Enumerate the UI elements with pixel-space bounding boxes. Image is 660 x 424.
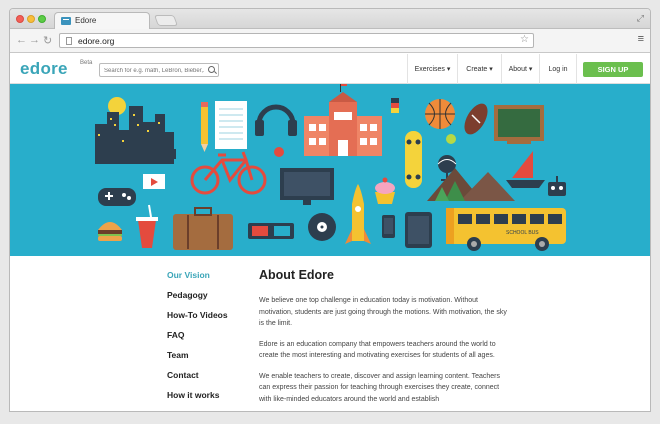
football-icon (464, 103, 488, 135)
tab-edore[interactable]: Edore (54, 12, 150, 29)
soda-cup-icon (136, 204, 158, 248)
sidebar-item-contact[interactable]: Contact (167, 370, 228, 390)
about-article: About Edore We believe one top challenge… (259, 268, 511, 411)
nav-login[interactable]: Log in (539, 54, 577, 84)
favicon-icon (61, 17, 71, 25)
smartphone-icon (382, 215, 395, 238)
tab-strip: Edore ⤢ (10, 9, 650, 29)
cupcake-icon (375, 177, 395, 204)
main-content: Our Vision Pedagogy How-To Videos FAQ Te… (10, 256, 650, 411)
signup-button[interactable]: SIGN UP (583, 62, 643, 77)
back-icon[interactable]: ← (16, 34, 27, 46)
city-skyline-icon (95, 97, 174, 164)
robot-icon (548, 176, 566, 196)
tennis-ball-icon (446, 134, 456, 144)
chalkboard-icon (494, 105, 544, 144)
site-header: edore Beta Exercises ▾ Create ▾ About ▾ … (10, 54, 650, 84)
minimize-window-button[interactable] (27, 15, 35, 23)
mountains-icon (427, 168, 515, 201)
nav-exercises[interactable]: Exercises ▾ (407, 54, 457, 84)
nav-about[interactable]: About ▾ (501, 54, 539, 84)
sidebar-item-how-to-videos[interactable]: How-To Videos (167, 310, 228, 330)
sidebar-item-pedagogy[interactable]: Pedagogy (167, 290, 228, 310)
tablet-icon (405, 212, 432, 248)
bicycle-icon (190, 151, 267, 195)
search-input[interactable] (104, 66, 204, 75)
rocket-icon (345, 184, 371, 244)
maximize-window-button[interactable] (38, 15, 46, 23)
menu-icon[interactable]: ≡ (638, 33, 644, 45)
page-title: About Edore (259, 268, 334, 282)
about-sidebar: Our Vision Pedagogy How-To Videos FAQ Te… (167, 270, 228, 410)
tab-title: Edore (75, 16, 97, 25)
vinyl-record-icon (308, 213, 336, 241)
sailboat-icon (506, 151, 545, 188)
article-paragraph: We believe one top challenge in educatio… (259, 297, 507, 327)
pencil-icon (201, 102, 208, 152)
beta-badge: Beta (80, 60, 93, 66)
new-tab-button[interactable] (153, 15, 179, 26)
sidebar-item-how-it-works[interactable]: How it works (167, 390, 228, 410)
close-window-button[interactable] (16, 15, 24, 23)
game-controller-icon (98, 188, 136, 206)
school-bus-icon: SCHOOL BUS (446, 208, 566, 251)
television-icon (280, 168, 334, 205)
sidebar-item-team[interactable]: Team (167, 350, 228, 370)
search-icon[interactable] (208, 66, 215, 73)
article-paragraph: Edore is an education company that empow… (259, 340, 496, 360)
browser-toolbar: ← → ↻ edore.org ☆ ≡ (10, 29, 650, 53)
browser-window: Edore ⤢ ← → ↻ edore.org ☆ ≡ edore Beta E… (9, 8, 651, 412)
sidebar-item-faq[interactable]: FAQ (167, 330, 228, 350)
apple-icon (274, 147, 284, 157)
building-blocks-icon (391, 98, 399, 113)
sidebar-item-our-vision[interactable]: Our Vision (167, 270, 228, 290)
notepad-icon (215, 101, 247, 149)
article-paragraph: We enable teachers to create, discover a… (259, 372, 500, 403)
suitcase-icon (173, 207, 233, 250)
nav-create[interactable]: Create ▾ (457, 54, 501, 84)
school-building-icon (304, 84, 382, 156)
headphones-icon (255, 104, 297, 136)
basketball-icon (425, 99, 455, 129)
skateboard-icon (405, 131, 422, 188)
fullscreen-icon[interactable]: ⤢ (637, 13, 644, 24)
3d-glasses-icon (248, 223, 294, 239)
url-text: edore.org (78, 36, 115, 46)
search-box (99, 63, 219, 77)
forward-icon[interactable]: → (29, 34, 40, 46)
school-bus-label: SCHOOL BUS (506, 230, 539, 236)
hero-illustration-svg: SCHOOL BUS (95, 84, 566, 251)
bookmark-star-icon[interactable]: ☆ (520, 34, 529, 45)
hero-illustration: SCHOOL BUS (10, 84, 650, 256)
site-logo[interactable]: edore (20, 59, 68, 79)
reload-icon[interactable]: ↻ (43, 34, 52, 47)
address-bar[interactable]: edore.org ☆ (59, 33, 534, 48)
page-icon (66, 37, 72, 45)
burger-icon (98, 222, 122, 241)
